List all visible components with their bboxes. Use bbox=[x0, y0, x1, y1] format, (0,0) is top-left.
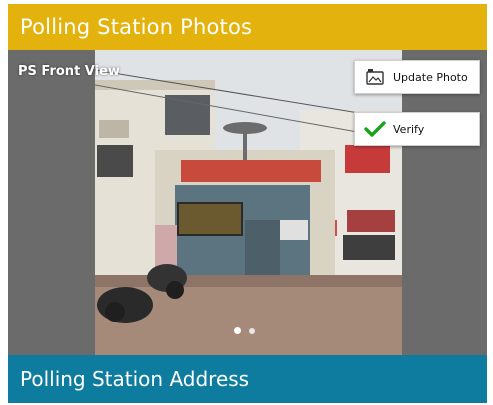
polling-station-photo bbox=[95, 50, 402, 355]
section-title: Polling Station Photos bbox=[20, 15, 253, 39]
section-header: Polling Station Photos bbox=[8, 4, 487, 50]
verify-label: Verify bbox=[393, 122, 425, 136]
update-photo-label: Update Photo bbox=[393, 70, 468, 84]
update-photo-button[interactable]: Update Photo bbox=[354, 60, 480, 94]
verify-button[interactable]: Verify bbox=[354, 112, 480, 146]
carousel-dot[interactable] bbox=[249, 328, 255, 334]
checkmark-icon bbox=[363, 118, 387, 140]
camera-photo-icon bbox=[363, 66, 387, 88]
carousel-indicator bbox=[234, 327, 255, 334]
address-section-header: Polling Station Address bbox=[8, 355, 487, 403]
carousel-dot-active[interactable] bbox=[234, 327, 241, 334]
photo-caption: PS Front View bbox=[18, 64, 120, 79]
polling-station-photos-card: Polling Station Photos PS Front View Upd… bbox=[0, 0, 493, 405]
photo-carousel[interactable]: PS Front View Update Photo Verify bbox=[8, 50, 487, 355]
address-section-title: Polling Station Address bbox=[20, 367, 250, 391]
